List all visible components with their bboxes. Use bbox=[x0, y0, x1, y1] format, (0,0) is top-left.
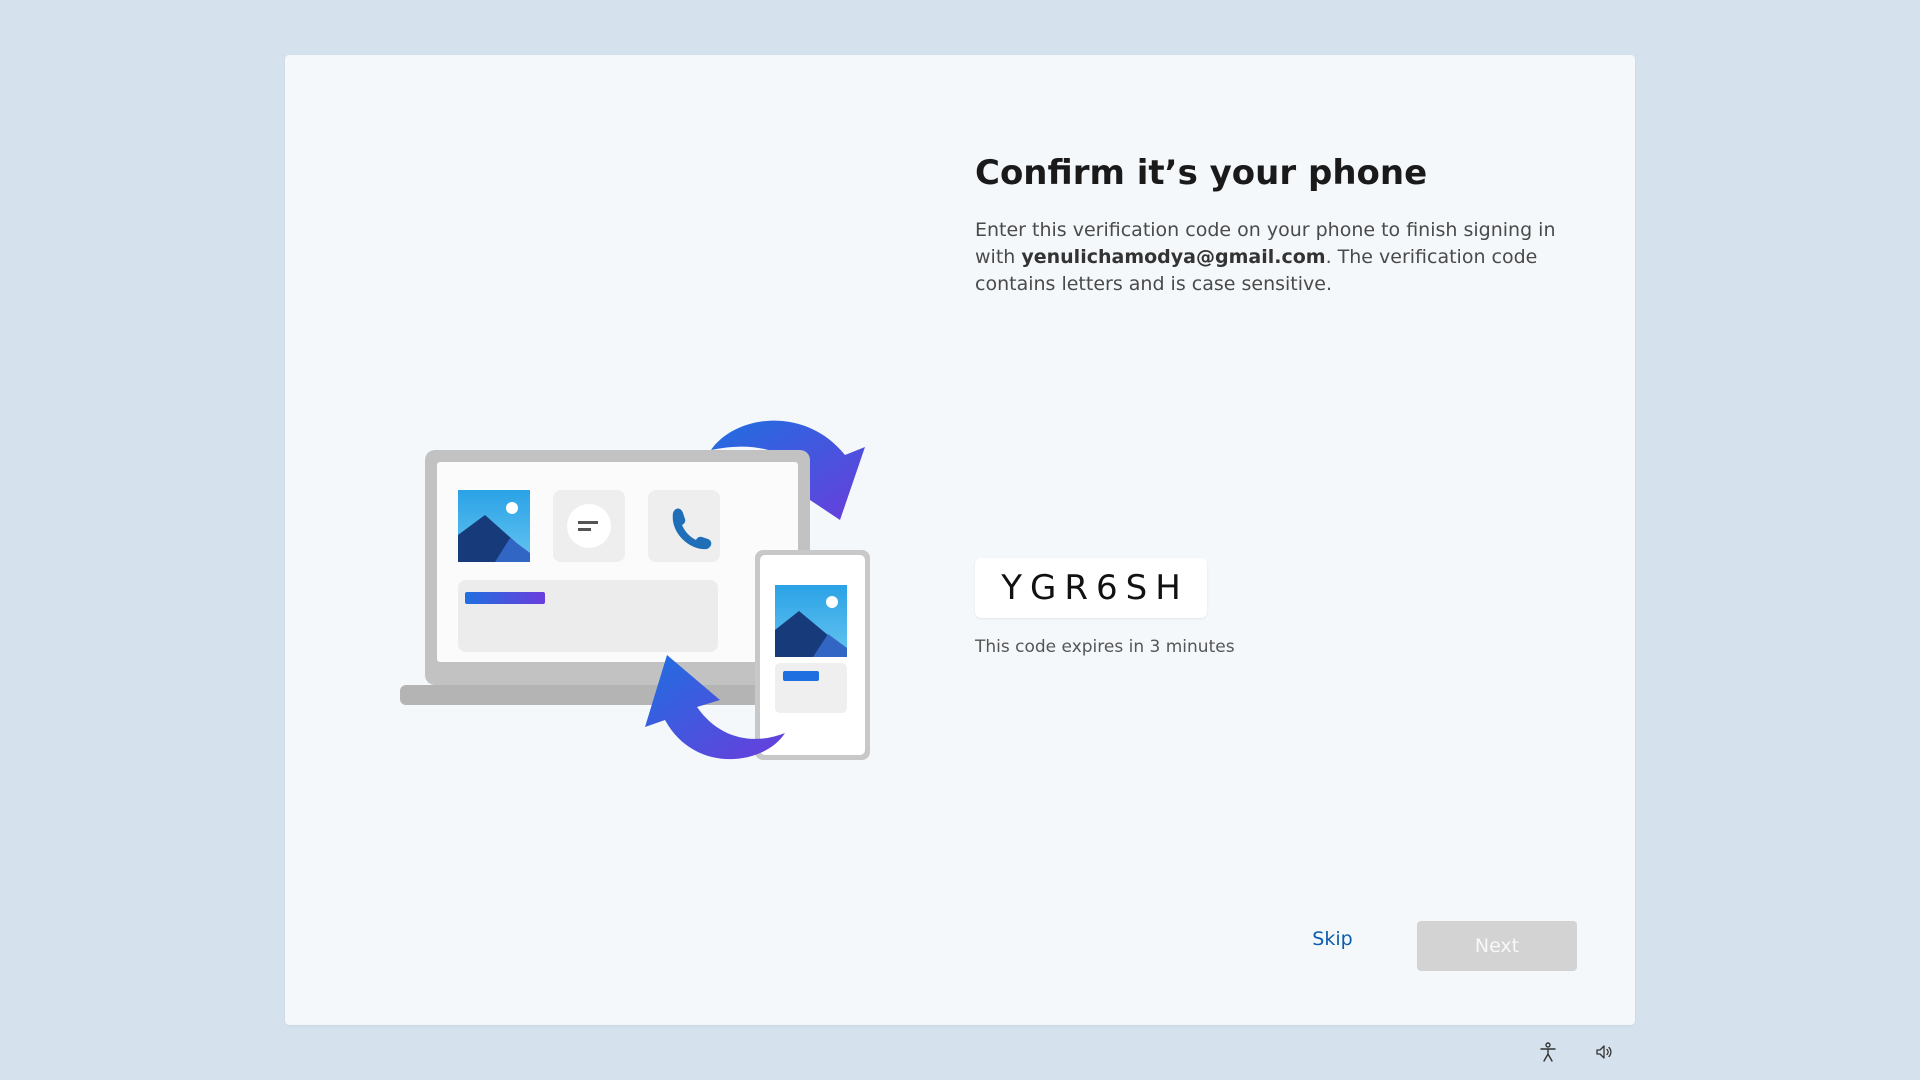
setup-card: Confirm it’s your phone Enter this verif… bbox=[285, 55, 1635, 1025]
code-expiry-text: This code expires in 3 minutes bbox=[975, 637, 1235, 657]
page-title: Confirm it’s your phone bbox=[975, 153, 1428, 193]
verification-code: YGR6SH bbox=[1001, 568, 1189, 608]
skip-button[interactable]: Skip bbox=[1285, 921, 1380, 957]
verification-code-box: YGR6SH bbox=[975, 558, 1207, 618]
accessibility-icon[interactable] bbox=[1536, 1040, 1560, 1064]
next-button[interactable]: Next bbox=[1417, 921, 1577, 971]
volume-icon[interactable] bbox=[1592, 1040, 1616, 1064]
phone-link-illustration bbox=[400, 420, 870, 760]
account-email: yenulichamodya@gmail.com bbox=[1021, 246, 1326, 268]
smartphone-icon bbox=[755, 550, 870, 760]
page-description: Enter this verification code on your pho… bbox=[975, 217, 1595, 298]
